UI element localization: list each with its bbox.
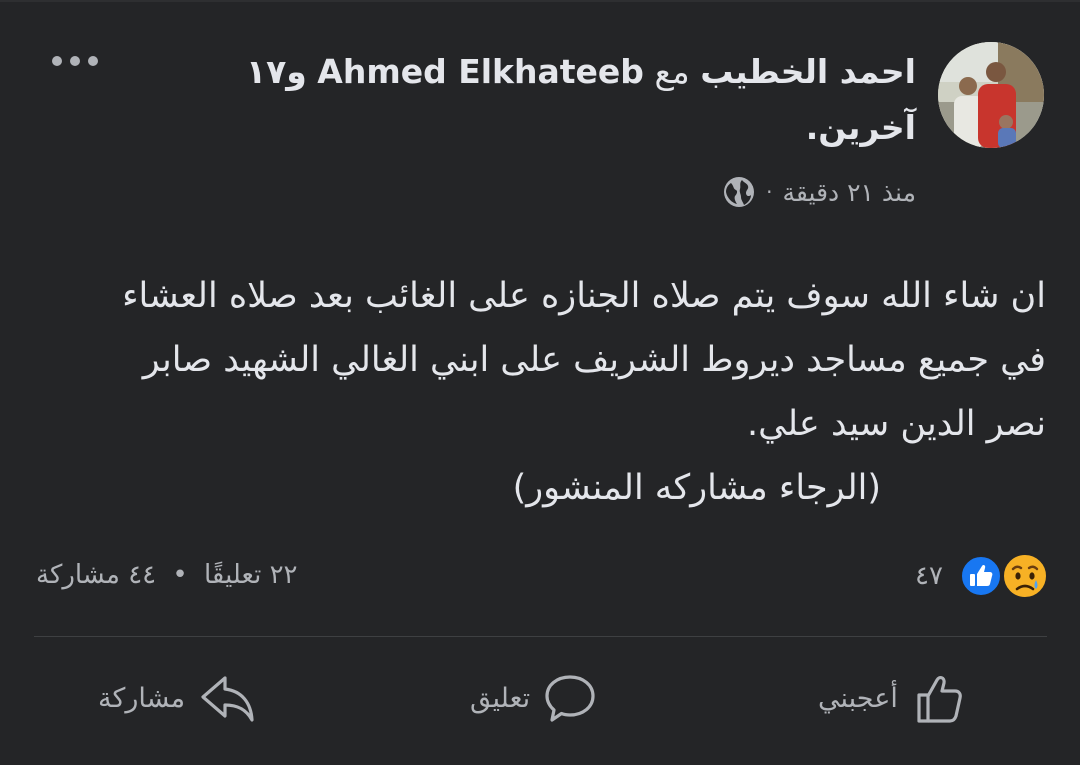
author-name[interactable]: احمد الخطيب: [700, 52, 916, 91]
post-text-line: في جميع مساجد ديروط الشريف على ابني الغا…: [142, 340, 1046, 380]
post-header: احمد الخطيب مع Ahmed Elkhateeb و١٧ آخرين…: [196, 44, 916, 156]
divider: [34, 636, 1047, 637]
stats-separator: •: [172, 560, 188, 590]
engagement-stats: ٢٢ تعليقًا • ٤٤ مشاركة: [36, 558, 298, 592]
more-options-icon[interactable]: [52, 52, 98, 70]
post-body: ان شاء الله سوف يتم صلاه الجنازه على الغ…: [46, 264, 1046, 520]
post-text-line: نصر الدين سيد علي.: [747, 404, 1046, 444]
reactions-summary[interactable]: ٤٧: [915, 552, 1050, 602]
share-label: مشاركة: [98, 682, 186, 714]
share-icon: [201, 676, 254, 722]
post-timestamp[interactable]: منذ ٢١ دقيقة: [783, 178, 917, 207]
share-button[interactable]: مشاركة: [98, 666, 257, 730]
comment-icon: [545, 675, 595, 722]
meta-separator: ·: [766, 180, 773, 204]
like-button[interactable]: أعجبني: [818, 666, 966, 730]
comment-button[interactable]: تعليق: [470, 666, 598, 730]
tagged-user-name[interactable]: Ahmed Elkhateeb: [317, 52, 644, 91]
share-count[interactable]: ٤٤ مشاركة: [36, 560, 156, 590]
globe-icon[interactable]: [722, 175, 756, 209]
with-label: مع: [654, 52, 690, 91]
post-text-line: ان شاء الله سوف يتم صلاه الجنازه على الغ…: [122, 276, 1046, 316]
reaction-count: ٤٧: [915, 561, 943, 591]
post-meta: منذ ٢١ دقيقة ·: [722, 172, 916, 212]
comment-count[interactable]: ٢٢ تعليقًا: [204, 560, 298, 590]
like-label: أعجبني: [818, 682, 898, 714]
thumbs-up-icon: [917, 676, 962, 723]
avatar[interactable]: [938, 42, 1044, 148]
post-text-line: (الرجاء مشاركه المنشور): [512, 468, 881, 508]
sad-icon: [1002, 553, 1048, 599]
post-card: احمد الخطيب مع Ahmed Elkhateeb و١٧ آخرين…: [0, 0, 1080, 765]
like-icon: [960, 555, 1002, 597]
comment-label: تعليق: [470, 682, 531, 714]
